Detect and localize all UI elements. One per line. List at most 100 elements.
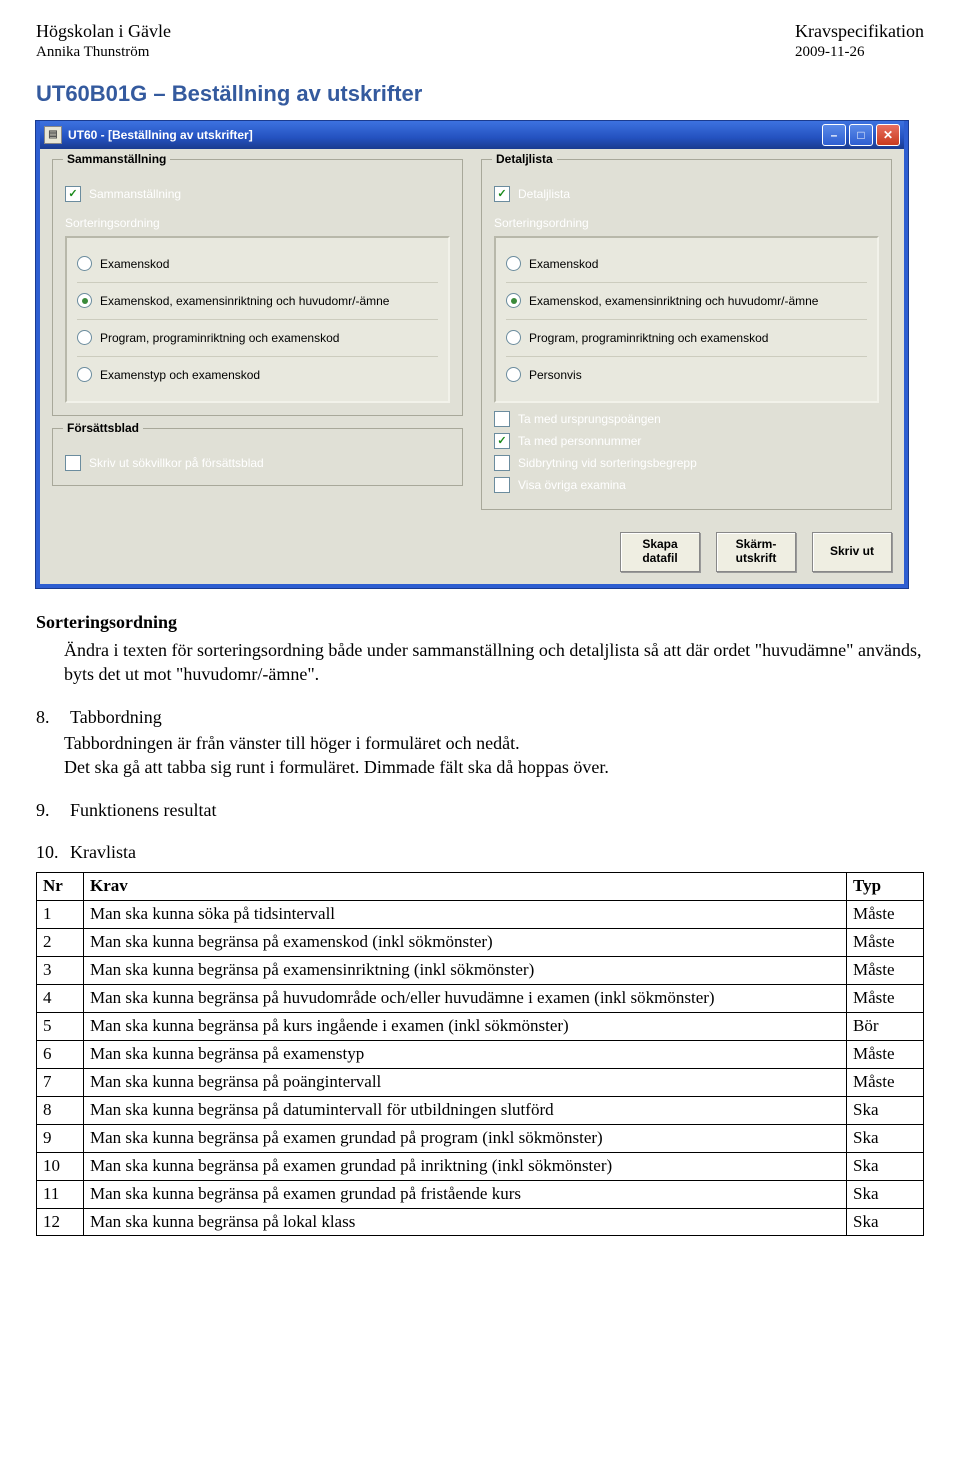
radio-option[interactable]: Examenskod xyxy=(77,246,438,283)
cell-krav: Man ska kunna begränsa på examenstyp xyxy=(84,1040,847,1068)
checkbox-icon xyxy=(494,477,510,493)
table-row: 9Man ska kunna begränsa på examen grunda… xyxy=(37,1124,924,1152)
radio-label: Program, programinriktning och examensko… xyxy=(529,331,768,345)
section-func-title: Funktionens resultat xyxy=(70,798,217,822)
group-sammanstallning: Sammanställning ✓ Sammanställning Sorter… xyxy=(52,159,463,416)
table-row: 4Man ska kunna begränsa på huvudområde o… xyxy=(37,985,924,1013)
radio-label: Examenskod xyxy=(529,257,598,271)
cell-nr: 10 xyxy=(37,1152,84,1180)
skriv-ut-button[interactable]: Skriv ut xyxy=(812,532,892,572)
group-title-right: Detaljlista xyxy=(496,152,553,166)
radio-label: Examenstyp och examenskod xyxy=(100,368,260,382)
cell-krav: Man ska kunna begränsa på examen grundad… xyxy=(84,1152,847,1180)
group-title-left: Sammanställning xyxy=(67,152,166,166)
section-krav-num: 10. xyxy=(36,840,62,864)
cell-nr: 12 xyxy=(37,1208,84,1236)
cell-krav: Man ska kunna begränsa på huvudområde oc… xyxy=(84,985,847,1013)
table-row: 3Man ska kunna begränsa på examensinrikt… xyxy=(37,957,924,985)
radio-option[interactable]: Examenskod, examensinriktning och huvudo… xyxy=(77,283,438,320)
sort-label-left: Sorteringsordning xyxy=(65,216,450,230)
cell-nr: 9 xyxy=(37,1124,84,1152)
minimize-button[interactable]: – xyxy=(822,124,846,146)
th-nr: Nr xyxy=(37,873,84,901)
check-label: Sidbrytning vid sorteringsbegrepp xyxy=(518,456,697,470)
radio-icon xyxy=(506,293,521,308)
radio-option[interactable]: Examenskod, examensinriktning och huvudo… xyxy=(506,283,867,320)
table-row: 10Man ska kunna begränsa på examen grund… xyxy=(37,1152,924,1180)
sort-label-right: Sorteringsordning xyxy=(494,216,879,230)
maximize-button[interactable]: □ xyxy=(849,124,873,146)
check-option[interactable]: Visa övriga examina xyxy=(494,475,879,495)
doc-title: UT60B01G – Beställning av utskrifter xyxy=(36,81,924,107)
doc-date: 2009-11-26 xyxy=(795,43,924,63)
cell-nr: 4 xyxy=(37,985,84,1013)
check-label: Visa övriga examina xyxy=(518,478,626,492)
radio-option[interactable]: Examenstyp och examenskod xyxy=(77,357,438,393)
table-row: 1Man ska kunna söka på tidsintervallMåst… xyxy=(37,901,924,929)
checkbox-icon xyxy=(494,411,510,427)
cell-typ: Bör xyxy=(847,1012,924,1040)
check-forsattsblad[interactable]: Skriv ut sökvillkor på försättsblad xyxy=(65,453,450,473)
doc-header: Högskolan i Gävle Annika Thunström Kravs… xyxy=(36,20,924,63)
cell-nr: 2 xyxy=(37,929,84,957)
table-row: 2Man ska kunna begränsa på examenskod (i… xyxy=(37,929,924,957)
checkbox-icon: ✓ xyxy=(494,433,510,449)
skapa-datafil-button[interactable]: Skapa datafil xyxy=(620,532,700,572)
check-option[interactable]: ✓Ta med personnummer xyxy=(494,431,879,451)
section-tab-title: Tabbordning xyxy=(70,705,162,729)
cell-krav: Man ska kunna begränsa på poängintervall xyxy=(84,1068,847,1096)
cell-krav: Man ska kunna begränsa på lokal klass xyxy=(84,1208,847,1236)
cell-nr: 5 xyxy=(37,1012,84,1040)
check-detaljlista[interactable]: ✓ Detaljlista xyxy=(494,184,879,204)
table-row: 11Man ska kunna begränsa på examen grund… xyxy=(37,1180,924,1208)
cell-nr: 6 xyxy=(37,1040,84,1068)
section-sort-body: Ändra i texten för sorteringsordning båd… xyxy=(64,638,924,687)
section-tab-body: Tabbordningen är från vänster till höger… xyxy=(64,731,924,780)
cell-krav: Man ska kunna begränsa på examen grundad… xyxy=(84,1124,847,1152)
th-typ: Typ xyxy=(847,873,924,901)
checkbox-icon: ✓ xyxy=(494,186,510,202)
sort-panel-left: Examenskod Examenskod, examensinriktning … xyxy=(65,236,450,403)
radio-option[interactable]: Program, programinriktning och examensko… xyxy=(506,320,867,357)
radio-icon xyxy=(77,367,92,382)
radio-label: Examenskod, examensinriktning och huvudo… xyxy=(100,294,389,308)
check-sammanstallning[interactable]: ✓ Sammanställning xyxy=(65,184,450,204)
check-option[interactable]: Sidbrytning vid sorteringsbegrepp xyxy=(494,453,879,473)
cell-krav: Man ska kunna begränsa på examen grundad… xyxy=(84,1180,847,1208)
radio-icon xyxy=(506,330,521,345)
krav-table: Nr Krav Typ 1Man ska kunna söka på tidsi… xyxy=(36,872,924,1236)
checkbox-icon xyxy=(494,455,510,471)
radio-icon xyxy=(506,256,521,271)
check-label: Detaljlista xyxy=(518,187,570,201)
radio-option[interactable]: Personvis xyxy=(506,357,867,393)
cell-nr: 1 xyxy=(37,901,84,929)
radio-label: Personvis xyxy=(529,368,582,382)
cell-typ: Måste xyxy=(847,1068,924,1096)
cell-typ: Måste xyxy=(847,901,924,929)
titlebar: ▤ UT60 - [Beställning av utskrifter] – □… xyxy=(40,121,904,149)
check-label: Sammanställning xyxy=(89,187,181,201)
doc-type: Kravspecifikation xyxy=(795,20,924,43)
cell-typ: Måste xyxy=(847,929,924,957)
section-func-num: 9. xyxy=(36,798,62,822)
cell-krav: Man ska kunna begränsa på examensinriktn… xyxy=(84,957,847,985)
radio-option[interactable]: Program, programinriktning och examensko… xyxy=(77,320,438,357)
radio-icon xyxy=(77,256,92,271)
radio-label: Examenskod xyxy=(100,257,169,271)
table-row: 8Man ska kunna begränsa på datuminterval… xyxy=(37,1096,924,1124)
app-icon: ▤ xyxy=(44,126,62,144)
cell-krav: Man ska kunna begränsa på kurs ingående … xyxy=(84,1012,847,1040)
table-row: 6Man ska kunna begränsa på examenstypMås… xyxy=(37,1040,924,1068)
org-name: Högskolan i Gävle xyxy=(36,20,171,43)
radio-icon xyxy=(506,367,521,382)
cell-typ: Ska xyxy=(847,1180,924,1208)
radio-option[interactable]: Examenskod xyxy=(506,246,867,283)
check-label: Ta med ursprungspoängen xyxy=(518,412,661,426)
skarmutskrift-button[interactable]: Skärm- utskrift xyxy=(716,532,796,572)
table-row: 7Man ska kunna begränsa på poänginterval… xyxy=(37,1068,924,1096)
button-row: Skapa datafil Skärm- utskrift Skriv ut xyxy=(52,532,892,572)
checkbox-icon: ✓ xyxy=(65,186,81,202)
close-button[interactable]: ✕ xyxy=(876,124,900,146)
check-option[interactable]: Ta med ursprungspoängen xyxy=(494,409,879,429)
cell-nr: 3 xyxy=(37,957,84,985)
